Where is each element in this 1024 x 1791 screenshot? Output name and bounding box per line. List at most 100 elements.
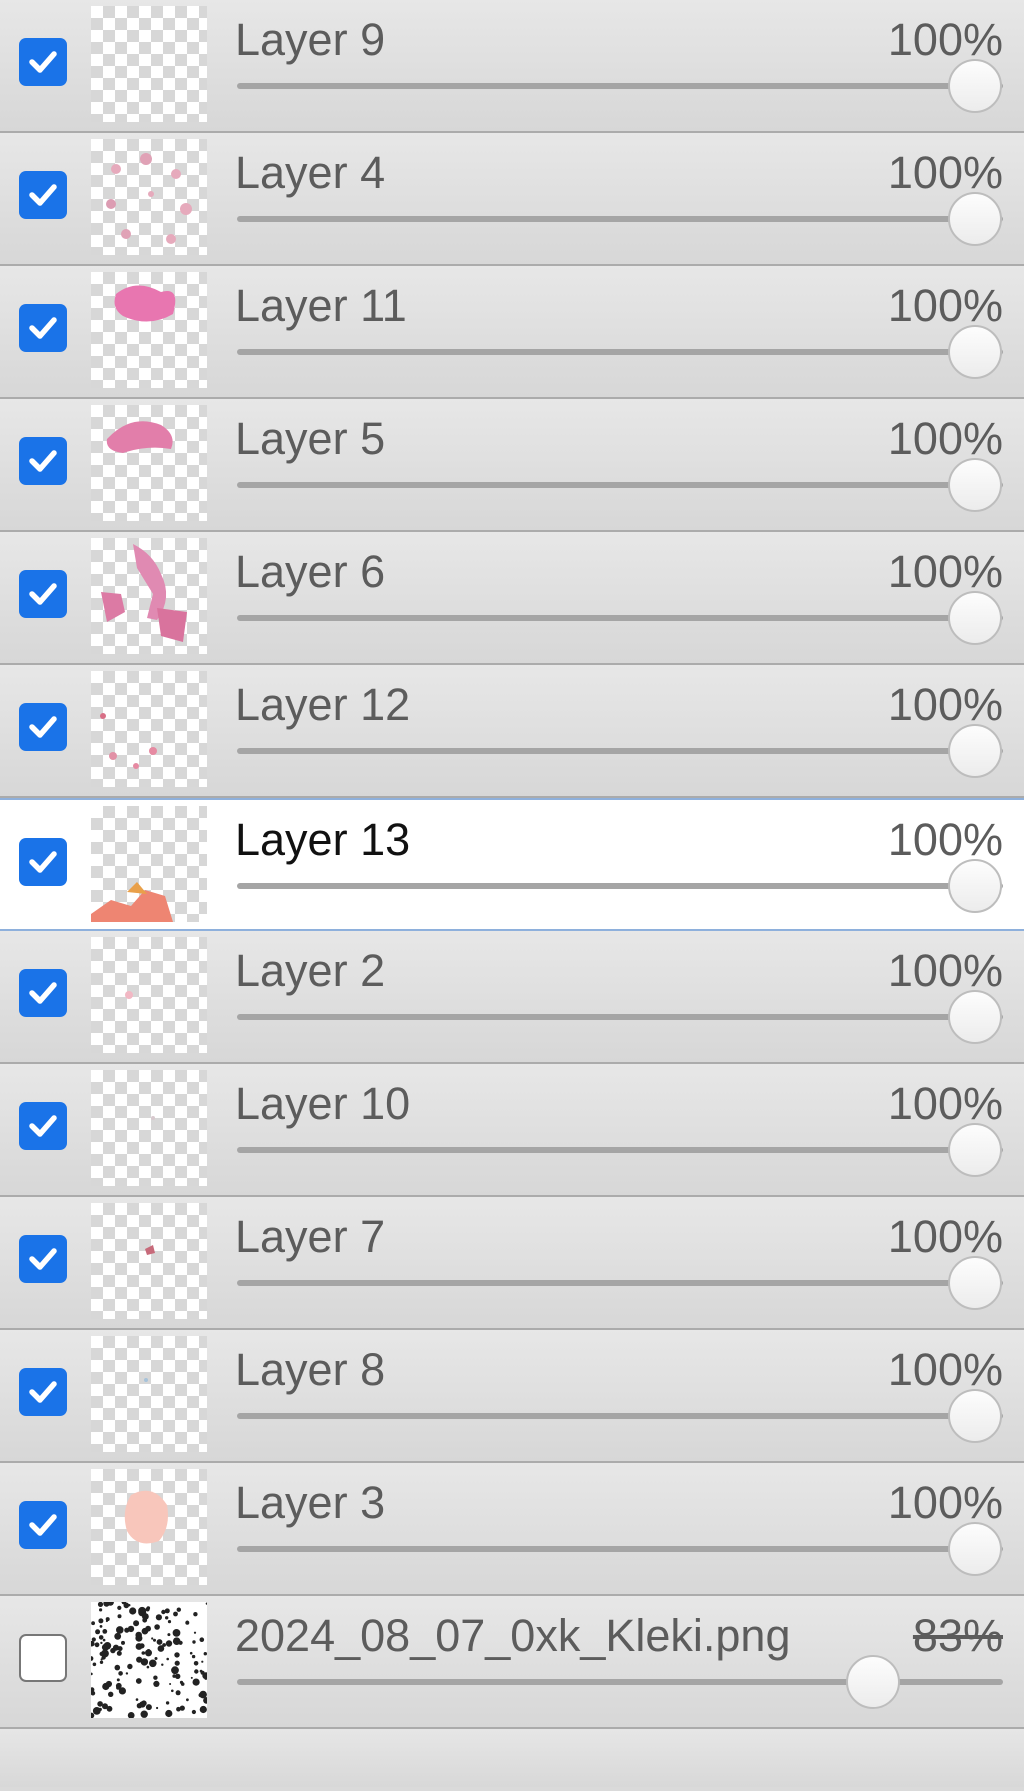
opacity-slider-handle[interactable] bbox=[948, 1389, 1002, 1443]
layer-row[interactable]: Layer 12 100% bbox=[0, 665, 1024, 798]
layer-row[interactable]: Layer 7 100% bbox=[0, 1197, 1024, 1330]
layer-thumbnail-art bbox=[151, 1116, 155, 1120]
layer-row[interactable]: Layer 10 100% bbox=[0, 1064, 1024, 1197]
opacity-slider-handle[interactable] bbox=[948, 59, 1002, 113]
check-mark-icon bbox=[29, 1514, 57, 1536]
layer-name: Layer 13 bbox=[235, 814, 411, 865]
visibility-checkbox[interactable] bbox=[19, 570, 67, 618]
layer-thumbnail bbox=[91, 806, 207, 922]
check-mark-icon bbox=[29, 51, 57, 73]
opacity-slider-handle[interactable] bbox=[948, 192, 1002, 246]
check-mark-icon bbox=[29, 982, 57, 1004]
layer-thumbnail bbox=[91, 671, 207, 787]
opacity-slider-handle[interactable] bbox=[948, 1123, 1002, 1177]
opacity-slider[interactable] bbox=[237, 748, 1003, 754]
visibility-checkbox[interactable] bbox=[19, 1235, 67, 1283]
layer-name: Layer 2 bbox=[235, 945, 386, 996]
opacity-value: 100% bbox=[887, 413, 1003, 464]
opacity-slider[interactable] bbox=[237, 1014, 1003, 1020]
opacity-slider-handle[interactable] bbox=[948, 724, 1002, 778]
opacity-slider[interactable] bbox=[237, 216, 1003, 222]
opacity-slider[interactable] bbox=[237, 1147, 1003, 1153]
layer-thumbnail bbox=[91, 538, 207, 654]
layer-thumbnail-art bbox=[144, 1378, 148, 1382]
opacity-value: 100% bbox=[887, 1344, 1003, 1395]
visibility-checkbox[interactable] bbox=[19, 1501, 67, 1549]
opacity-slider[interactable] bbox=[237, 83, 1003, 89]
layer-row[interactable]: Layer 11 100% bbox=[0, 266, 1024, 399]
visibility-checkbox[interactable] bbox=[19, 838, 67, 886]
opacity-value: 100% bbox=[887, 546, 1003, 597]
layer-thumbnail bbox=[91, 6, 207, 122]
visibility-checkbox[interactable] bbox=[19, 171, 67, 219]
opacity-slider-handle[interactable] bbox=[948, 859, 1002, 913]
layer-thumbnail-art bbox=[91, 1602, 207, 1718]
layer-thumbnail bbox=[91, 1602, 207, 1718]
visibility-checkbox[interactable] bbox=[19, 1102, 67, 1150]
opacity-value: 100% bbox=[887, 280, 1003, 331]
layer-row[interactable]: Layer 9 100% bbox=[0, 0, 1024, 133]
layer-row[interactable]: Layer 5 100% bbox=[0, 399, 1024, 532]
opacity-value: 100% bbox=[887, 945, 1003, 996]
layer-thumbnail bbox=[91, 272, 207, 388]
layer-row[interactable]: Layer 2 100% bbox=[0, 931, 1024, 1064]
check-mark-icon bbox=[29, 1248, 57, 1270]
visibility-checkbox[interactable] bbox=[19, 703, 67, 751]
visibility-checkbox[interactable] bbox=[19, 969, 67, 1017]
layer-thumbnail-art bbox=[114, 285, 176, 322]
visibility-checkbox[interactable] bbox=[19, 1368, 67, 1416]
layer-thumbnail-art bbox=[101, 544, 187, 642]
panel-footer bbox=[0, 1729, 1024, 1787]
visibility-checkbox[interactable] bbox=[19, 38, 67, 86]
opacity-slider[interactable] bbox=[237, 349, 1003, 355]
layer-row[interactable]: Layer 6 100% bbox=[0, 532, 1024, 665]
opacity-value: 100% bbox=[887, 1078, 1003, 1129]
opacity-slider-handle[interactable] bbox=[948, 458, 1002, 512]
layer-thumbnail-art bbox=[125, 991, 133, 999]
check-mark-icon bbox=[29, 317, 57, 339]
opacity-slider[interactable] bbox=[237, 883, 1003, 889]
opacity-slider-handle[interactable] bbox=[948, 1256, 1002, 1310]
opacity-slider-handle[interactable] bbox=[845, 1655, 900, 1709]
check-mark-icon bbox=[29, 583, 57, 605]
layer-thumbnail-art bbox=[124, 1490, 168, 1544]
opacity-slider-handle[interactable] bbox=[948, 591, 1002, 645]
opacity-slider[interactable] bbox=[237, 1413, 1003, 1419]
layers-panel: Layer 9 100% Layer 4 100% Layer 11 100% … bbox=[0, 0, 1024, 1787]
layer-name: Layer 8 bbox=[235, 1344, 386, 1395]
check-mark-icon bbox=[29, 716, 57, 738]
layer-row[interactable]: Layer 4 100% bbox=[0, 133, 1024, 266]
layer-name: Layer 4 bbox=[235, 147, 386, 198]
opacity-slider[interactable] bbox=[237, 482, 1003, 488]
layer-thumbnail bbox=[91, 1336, 207, 1452]
opacity-slider-handle[interactable] bbox=[948, 990, 1002, 1044]
layer-row[interactable]: Layer 3 100% bbox=[0, 1463, 1024, 1596]
check-mark-icon bbox=[29, 1115, 57, 1137]
layer-thumbnail bbox=[91, 405, 207, 521]
layer-row[interactable]: Layer 13 100% bbox=[0, 798, 1024, 931]
opacity-slider-handle[interactable] bbox=[948, 325, 1002, 379]
opacity-value: 100% bbox=[887, 147, 1003, 198]
opacity-value: 100% bbox=[887, 679, 1003, 730]
check-mark-icon bbox=[29, 184, 57, 206]
layer-row[interactable]: Layer 8 100% bbox=[0, 1330, 1024, 1463]
layer-row[interactable]: 2024_08_07_0xk_Kleki.png 83% bbox=[0, 1596, 1024, 1729]
layer-thumbnail-art bbox=[100, 713, 157, 769]
layer-thumbnail bbox=[91, 1070, 207, 1186]
visibility-checkbox[interactable] bbox=[19, 304, 67, 352]
opacity-slider[interactable] bbox=[237, 1546, 1003, 1552]
visibility-checkbox[interactable] bbox=[19, 437, 67, 485]
visibility-checkbox[interactable] bbox=[19, 1634, 67, 1682]
opacity-value: 100% bbox=[887, 1477, 1003, 1528]
opacity-slider[interactable] bbox=[237, 615, 1003, 621]
layer-thumbnail bbox=[91, 1203, 207, 1319]
layer-thumbnail bbox=[91, 1469, 207, 1585]
layer-name: Layer 3 bbox=[235, 1477, 386, 1528]
layer-thumbnail-art bbox=[106, 421, 173, 453]
opacity-slider[interactable] bbox=[237, 1280, 1003, 1286]
opacity-slider-handle[interactable] bbox=[948, 1522, 1002, 1576]
layer-thumbnail-art bbox=[145, 1245, 155, 1255]
check-mark-icon bbox=[29, 450, 57, 472]
check-mark-icon bbox=[29, 851, 57, 873]
layer-name: 2024_08_07_0xk_Kleki.png bbox=[235, 1610, 791, 1661]
